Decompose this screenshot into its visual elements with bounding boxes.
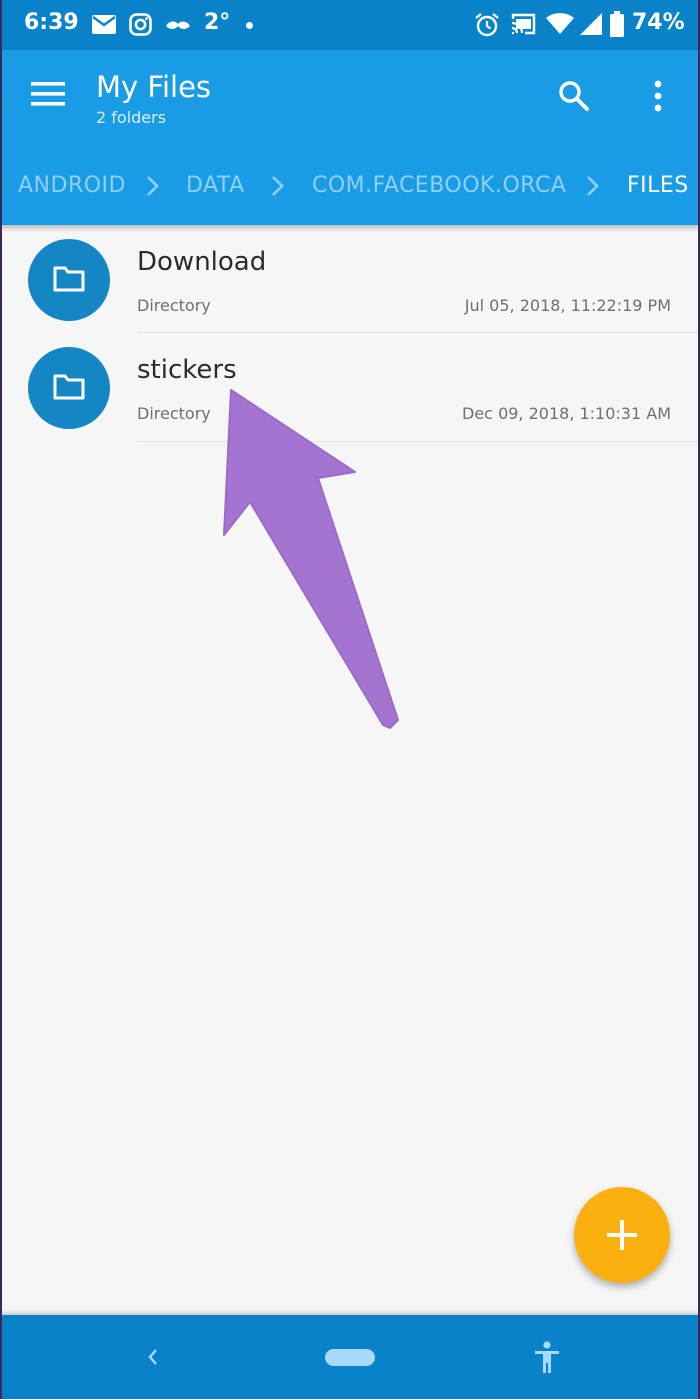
instagram-icon (129, 13, 152, 40)
breadcrumb-item-data[interactable]: DATA (186, 173, 245, 198)
navigation-bar (0, 1315, 700, 1399)
file-type: Directory (137, 296, 211, 315)
folder-count: 2 folders (96, 108, 167, 127)
file-date: Dec 09, 2018, 1:10:31 AM (462, 404, 671, 423)
battery-icon (610, 11, 624, 41)
more-vert-icon (640, 80, 676, 118)
folder-avatar (28, 347, 110, 429)
chevron-right-icon (586, 173, 600, 199)
file-name: stickers (137, 355, 237, 385)
folder-avatar (28, 239, 110, 321)
back-button[interactable] (144, 1345, 162, 1369)
mustache-icon (165, 18, 191, 37)
cast-icon (510, 13, 536, 39)
row-divider (137, 441, 700, 442)
list-item[interactable]: Download Directory Jul 05, 2018, 11:22:1… (0, 225, 700, 333)
app-bar: My Files 2 folders ANDROID DATA COM.FACE… (0, 50, 700, 225)
status-temperature: 2° (204, 10, 231, 35)
signal-icon (580, 13, 602, 39)
breadcrumb-item-files[interactable]: FILES (627, 173, 689, 198)
wifi-icon (546, 13, 574, 39)
add-fab-button[interactable] (574, 1187, 670, 1283)
alarm-icon (474, 12, 500, 42)
home-pill-icon[interactable] (325, 1349, 375, 1366)
more-options-button[interactable] (640, 78, 676, 118)
search-icon (556, 81, 592, 118)
back-icon (144, 1349, 162, 1373)
chevron-right-icon (146, 173, 160, 199)
breadcrumb: ANDROID DATA COM.FACEBOOK.ORCA FILES (0, 165, 700, 215)
search-button[interactable] (556, 78, 596, 118)
list-item[interactable]: stickers Directory Dec 09, 2018, 1:10:31… (0, 333, 700, 442)
accessibility-icon (532, 1341, 562, 1380)
breadcrumb-item-android[interactable]: ANDROID (18, 173, 126, 198)
file-type: Directory (137, 404, 211, 423)
mail-icon (92, 15, 116, 38)
status-time: 6:39 (24, 10, 79, 35)
accessibility-button[interactable] (532, 1340, 562, 1376)
file-date: Jul 05, 2018, 11:22:19 PM (464, 296, 671, 315)
battery-percent: 74% (632, 10, 685, 35)
menu-button[interactable] (30, 80, 70, 114)
status-bar: 6:39 2° 74% (0, 0, 700, 50)
page-title: My Files (96, 70, 212, 104)
dot-icon (246, 22, 253, 29)
menu-icon (30, 82, 66, 112)
chevron-right-icon (271, 173, 285, 199)
file-name: Download (137, 247, 267, 277)
breadcrumb-item-com-facebook-orca[interactable]: COM.FACEBOOK.ORCA (312, 173, 566, 198)
